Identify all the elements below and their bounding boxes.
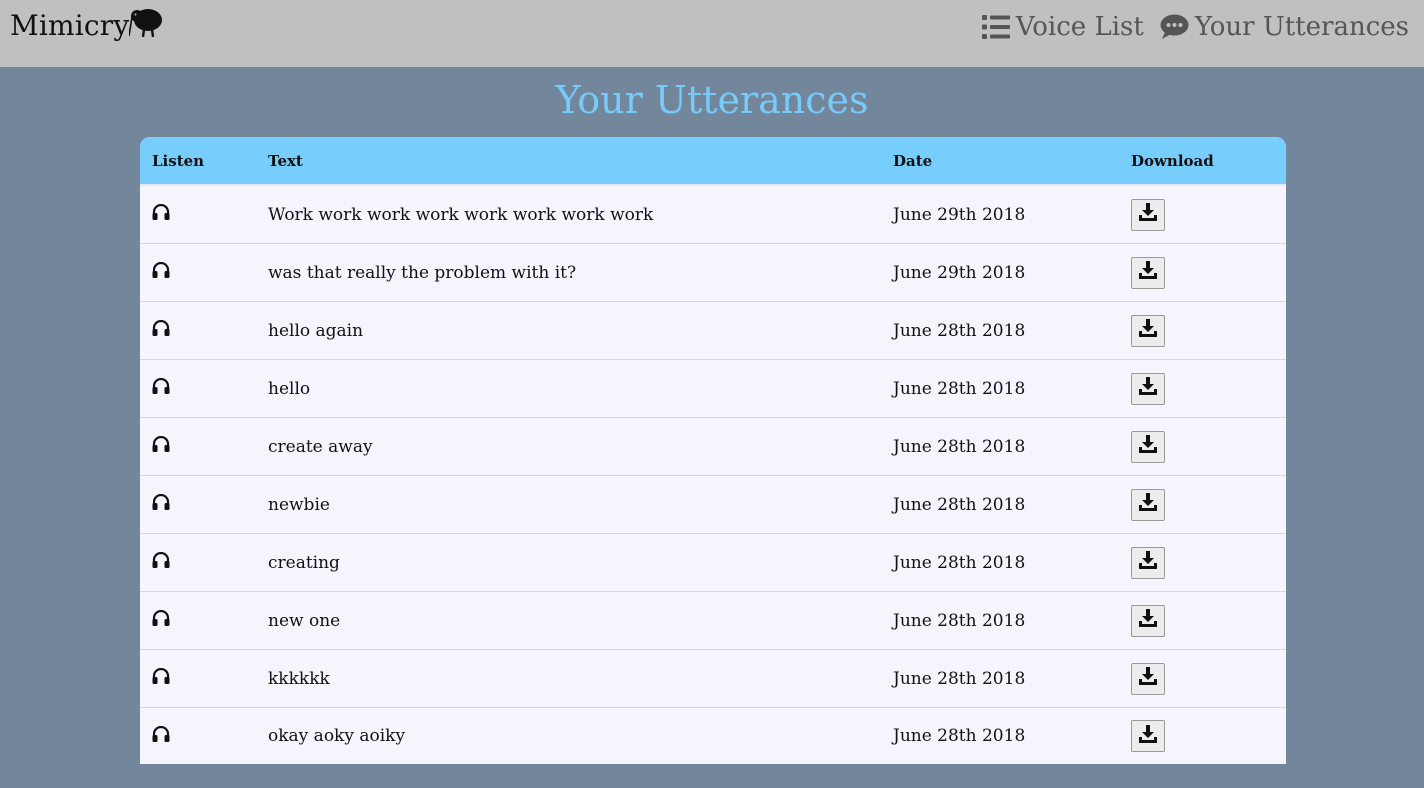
utterance-date: June 28th 2018 bbox=[881, 533, 1119, 592]
table-row: kkkkkk June 28th 2018 bbox=[140, 649, 1286, 708]
download-icon bbox=[1138, 492, 1158, 517]
download-icon bbox=[1138, 666, 1158, 691]
column-header-download: Download bbox=[1119, 137, 1286, 186]
utterance-date: June 28th 2018 bbox=[893, 726, 1026, 746]
headphones-icon[interactable] bbox=[152, 435, 170, 457]
listen-cell bbox=[140, 417, 256, 476]
table-row: hello June 28th 2018 bbox=[140, 359, 1286, 418]
download-button[interactable] bbox=[1131, 488, 1165, 521]
headphones-icon[interactable] bbox=[152, 667, 170, 689]
nav-voice-list[interactable]: Voice List bbox=[981, 12, 1144, 42]
utterances-table: Listen Text Date Download Work work work… bbox=[140, 137, 1286, 764]
headphones-icon[interactable] bbox=[152, 377, 170, 399]
headphones-icon[interactable] bbox=[152, 551, 170, 573]
table-header-row: Listen Text Date Download bbox=[140, 137, 1286, 186]
list-icon bbox=[981, 14, 1010, 40]
download-cell bbox=[1119, 708, 1286, 765]
download-cell bbox=[1119, 591, 1286, 650]
download-button[interactable] bbox=[1131, 662, 1165, 695]
download-button[interactable] bbox=[1131, 256, 1165, 289]
headphones-icon[interactable] bbox=[152, 609, 170, 631]
utterance-text: create away bbox=[256, 417, 881, 476]
utterance-text: creating bbox=[256, 533, 881, 592]
listen-cell bbox=[140, 301, 256, 360]
utterance-text: newbie bbox=[256, 475, 881, 534]
utterance-date: June 28th 2018 bbox=[881, 417, 1119, 476]
listen-cell bbox=[140, 708, 256, 765]
listen-cell bbox=[140, 359, 256, 418]
column-header-text: Text bbox=[256, 137, 881, 186]
download-button[interactable] bbox=[1131, 198, 1165, 231]
download-button[interactable] bbox=[1131, 546, 1165, 579]
utterance-text: kkkkkk bbox=[256, 649, 881, 708]
table-row: Work work work work work work work work J… bbox=[140, 185, 1286, 244]
utterance-date: June 28th 2018 bbox=[881, 359, 1119, 418]
download-cell bbox=[1119, 185, 1286, 244]
utterance-date: June 29th 2018 bbox=[881, 185, 1119, 244]
column-header-date: Date bbox=[881, 137, 1119, 186]
utterance-date: June 28th 2018 bbox=[881, 301, 1119, 360]
download-icon bbox=[1138, 550, 1158, 575]
download-cell bbox=[1119, 359, 1286, 418]
utterance-date: June 28th 2018 bbox=[881, 591, 1119, 650]
download-icon bbox=[1138, 202, 1158, 227]
listen-cell bbox=[140, 533, 256, 592]
utterance-date: June 28th 2018 bbox=[881, 649, 1119, 708]
download-icon bbox=[1138, 260, 1158, 285]
table-row: okay aoky aoiky June 28th 2018 bbox=[140, 708, 1286, 765]
comment-icon bbox=[1160, 14, 1189, 40]
download-button[interactable] bbox=[1131, 604, 1165, 637]
download-icon bbox=[1138, 376, 1158, 401]
headphones-icon[interactable] bbox=[152, 725, 170, 747]
brand-name: Mimicry bbox=[10, 9, 130, 42]
nav-your-utterances-label: Your Utterances bbox=[1194, 12, 1409, 42]
table-row: new one June 28th 2018 bbox=[140, 591, 1286, 650]
utterance-text: Work work work work work work work work bbox=[256, 185, 881, 244]
nav-voice-list-label: Voice List bbox=[1015, 12, 1144, 42]
download-cell bbox=[1119, 301, 1286, 360]
headphones-icon[interactable] bbox=[152, 493, 170, 515]
headphones-icon[interactable] bbox=[152, 261, 170, 283]
listen-cell bbox=[140, 591, 256, 650]
download-button[interactable] bbox=[1131, 430, 1165, 463]
utterance-date: June 29th 2018 bbox=[881, 243, 1119, 302]
table-row: was that really the problem with it? June… bbox=[140, 243, 1286, 302]
listen-cell bbox=[140, 243, 256, 302]
download-cell bbox=[1119, 243, 1286, 302]
utterance-text: hello again bbox=[256, 301, 881, 360]
kiwi-bird-icon bbox=[128, 6, 167, 42]
download-cell bbox=[1119, 475, 1286, 534]
table-row: newbie June 28th 2018 bbox=[140, 475, 1286, 534]
table-row: create away June 28th 2018 bbox=[140, 417, 1286, 476]
table-row: hello again June 28th 2018 bbox=[140, 301, 1286, 360]
nav-your-utterances[interactable]: Your Utterances bbox=[1160, 12, 1409, 42]
headphones-icon[interactable] bbox=[152, 203, 170, 225]
utterance-date: June 28th 2018 bbox=[881, 475, 1119, 534]
listen-cell bbox=[140, 475, 256, 534]
listen-cell bbox=[140, 185, 256, 244]
download-icon bbox=[1138, 318, 1158, 343]
brand[interactable]: Mimicry bbox=[10, 6, 167, 42]
nav-links: Voice List Your Utterances bbox=[981, 12, 1409, 42]
download-button[interactable] bbox=[1131, 720, 1165, 752]
navbar: Mimicry Voice List Your Utterances bbox=[0, 0, 1424, 67]
download-cell bbox=[1119, 533, 1286, 592]
download-button[interactable] bbox=[1131, 372, 1165, 405]
page-title: Your Utterances bbox=[555, 78, 869, 122]
column-header-listen: Listen bbox=[140, 137, 256, 186]
utterance-text: hello bbox=[256, 359, 881, 418]
utterance-text: okay aoky aoiky bbox=[268, 726, 406, 746]
utterance-text: was that really the problem with it? bbox=[256, 243, 881, 302]
listen-cell bbox=[140, 649, 256, 708]
download-cell bbox=[1119, 417, 1286, 476]
headphones-icon[interactable] bbox=[152, 319, 170, 341]
download-button[interactable] bbox=[1131, 314, 1165, 347]
table-row: creating June 28th 2018 bbox=[140, 533, 1286, 592]
download-icon bbox=[1138, 724, 1158, 749]
download-cell bbox=[1119, 649, 1286, 708]
utterance-text: new one bbox=[256, 591, 881, 650]
download-icon bbox=[1138, 434, 1158, 459]
download-icon bbox=[1138, 608, 1158, 633]
